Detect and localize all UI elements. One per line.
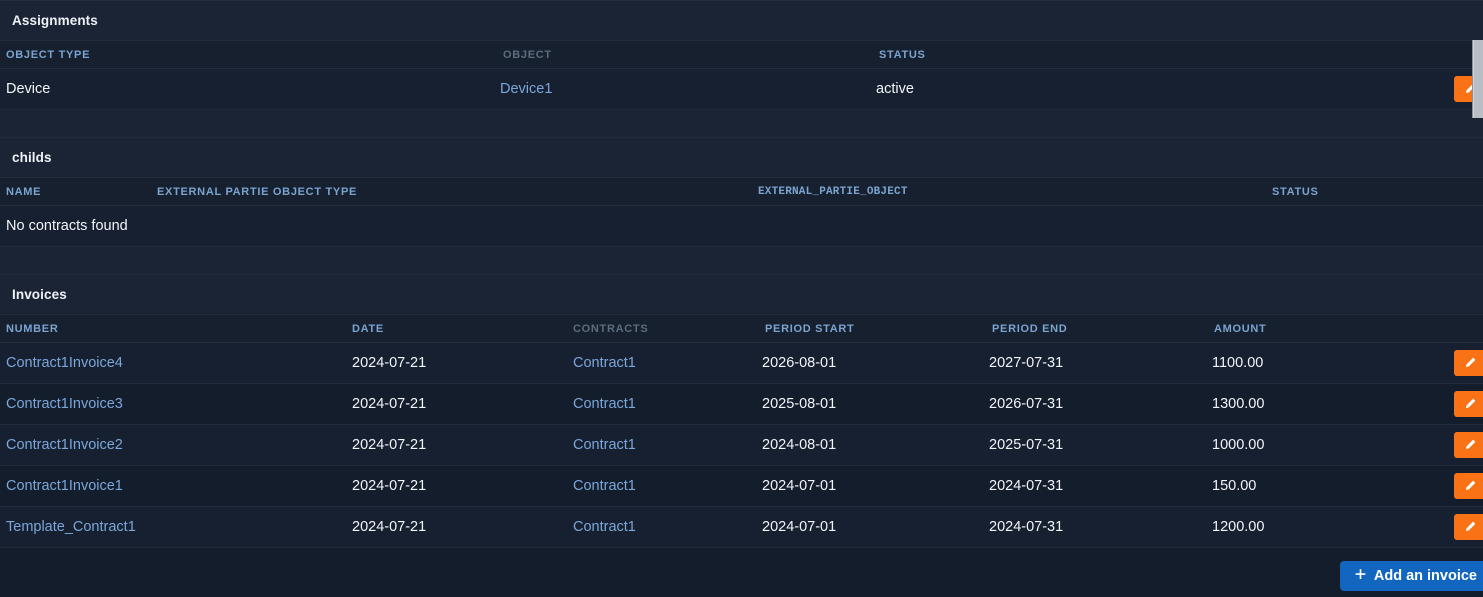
childs-section: childs NAME EXTERNAL PARTIE OBJECT TYPE … — [0, 138, 1483, 247]
cell-period-end: 2026-07-31 — [989, 396, 1064, 412]
cell-period-start: 2024-07-01 — [762, 519, 837, 535]
cell-amount: 1000.00 — [1212, 437, 1265, 453]
cell-period-end: 2024-07-31 — [989, 519, 1064, 535]
edit-invoice-button[interactable] — [1454, 350, 1483, 376]
column-header-external-partie-object: EXTERNAL_PARTIE_OBJECT — [758, 185, 908, 198]
invoices-section-title: Invoices — [12, 287, 67, 302]
cell-amount: 150.00 — [1212, 478, 1257, 494]
add-invoice-label: Add an invoice — [1373, 567, 1477, 584]
assignments-invoices-panel: Assignments OBJECT TYPE OBJECT STATUS De… — [0, 0, 1483, 597]
table-row[interactable]: Contract1Invoice3 2024-07-21 Contract1 2025… — [0, 384, 1483, 425]
column-header-period-start: PERIOD START — [765, 322, 855, 335]
assignments-table-header: OBJECT TYPE OBJECT STATUS — [0, 41, 1483, 69]
cell-period-start: 2024-07-01 — [762, 478, 837, 494]
column-header-amount: AMOUNT — [1214, 322, 1267, 335]
cell-invoice-contract[interactable]: Contract1 — [573, 478, 636, 494]
pencil-icon — [1463, 438, 1477, 452]
cell-invoice-number[interactable]: Contract1Invoice1 — [6, 478, 123, 494]
column-header-date: DATE — [352, 322, 384, 335]
column-header-number: NUMBER — [6, 322, 59, 335]
assignments-section: Assignments OBJECT TYPE OBJECT STATUS De… — [0, 1, 1483, 110]
childs-title-bar: childs — [0, 138, 1483, 178]
cell-period-start: 2025-08-01 — [762, 396, 837, 412]
table-row[interactable]: Template_Contract1 2024-07-21 Contract1 202… — [0, 507, 1483, 548]
table-row[interactable]: Contract1Invoice1 2024-07-21 Contract1 2024… — [0, 466, 1483, 507]
edit-invoice-button[interactable] — [1454, 432, 1483, 458]
cell-invoice-contract[interactable]: Contract1 — [573, 355, 636, 371]
cell-amount: 1300.00 — [1212, 396, 1265, 412]
plus-icon — [1354, 568, 1367, 584]
cell-object-type: Device — [6, 81, 51, 97]
cell-object-link[interactable]: Device1 — [500, 81, 552, 97]
table-row[interactable]: Contract1Invoice2 2024-07-21 Contract1 2024… — [0, 425, 1483, 466]
cell-invoice-contract[interactable]: Contract1 — [573, 437, 636, 453]
pencil-icon — [1463, 397, 1477, 411]
invoices-title-bar: Invoices — [0, 275, 1483, 315]
no-contracts-message: No contracts found — [6, 218, 128, 234]
cell-amount: 1200.00 — [1212, 519, 1265, 535]
childs-table-header: NAME EXTERNAL PARTIE OBJECT TYPE EXTERNA… — [0, 178, 1483, 206]
table-row[interactable]: Contract1Invoice4 2024-07-21 Contract1 2026… — [0, 343, 1483, 384]
scrollbar-thumb[interactable] — [1474, 40, 1483, 118]
section-spacer — [0, 110, 1483, 138]
edit-invoice-button[interactable] — [1454, 391, 1483, 417]
cell-invoice-date: 2024-07-21 — [352, 519, 427, 535]
assignments-title-bar: Assignments — [0, 1, 1483, 41]
invoices-section: Invoices NUMBER DATE CONTRACTS PERIOD ST… — [0, 275, 1483, 597]
cell-invoice-number[interactable]: Contract1Invoice2 — [6, 437, 123, 453]
column-header-external-partie-object-type: EXTERNAL PARTIE OBJECT TYPE — [157, 185, 358, 198]
invoices-table-body: Contract1Invoice4 2024-07-21 Contract1 2026… — [0, 343, 1483, 548]
cell-invoice-contract[interactable]: Contract1 — [573, 519, 636, 535]
column-header-contracts: CONTRACTS — [573, 322, 649, 335]
vertical-scrollbar[interactable] — [1472, 40, 1483, 118]
column-header-period-end: PERIOD END — [992, 322, 1068, 335]
empty-state-row: No contracts found — [0, 206, 1483, 247]
cell-period-start: 2026-08-01 — [762, 355, 837, 371]
assignments-section-title: Assignments — [12, 13, 98, 28]
childs-section-title: childs — [12, 150, 52, 165]
cell-invoice-date: 2024-07-21 — [352, 396, 427, 412]
cell-period-start: 2024-08-01 — [762, 437, 837, 453]
cell-period-end: 2027-07-31 — [989, 355, 1064, 371]
cell-invoice-number[interactable]: Contract1Invoice3 — [6, 396, 123, 412]
invoices-footer: Add an invoice — [0, 548, 1483, 597]
cell-invoice-number[interactable]: Contract1Invoice4 — [6, 355, 123, 371]
column-header-object-type: OBJECT TYPE — [6, 48, 91, 61]
column-header-object: OBJECT — [503, 48, 552, 61]
cell-status: active — [876, 81, 914, 97]
cell-invoice-contract[interactable]: Contract1 — [573, 396, 636, 412]
pencil-icon — [1463, 520, 1477, 534]
cell-invoice-date: 2024-07-21 — [352, 437, 427, 453]
cell-invoice-date: 2024-07-21 — [352, 478, 427, 494]
cell-amount: 1100.00 — [1212, 355, 1264, 371]
cell-invoice-number[interactable]: Template_Contract1 — [6, 519, 136, 535]
column-header-childs-status: STATUS — [1272, 185, 1319, 198]
add-invoice-button[interactable]: Add an invoice — [1339, 560, 1483, 591]
column-header-name: NAME — [6, 185, 42, 198]
table-row[interactable]: Device Device1 active — [0, 69, 1483, 110]
cell-period-end: 2024-07-31 — [989, 478, 1064, 494]
column-header-status: STATUS — [879, 48, 926, 61]
invoices-table-header: NUMBER DATE CONTRACTS PERIOD START PERIO… — [0, 315, 1483, 343]
pencil-icon — [1463, 479, 1477, 493]
edit-invoice-button[interactable] — [1454, 514, 1483, 540]
section-spacer-2 — [0, 247, 1483, 275]
pencil-icon — [1463, 356, 1477, 370]
cell-invoice-date: 2024-07-21 — [352, 355, 427, 371]
edit-invoice-button[interactable] — [1454, 473, 1483, 499]
cell-period-end: 2025-07-31 — [989, 437, 1064, 453]
